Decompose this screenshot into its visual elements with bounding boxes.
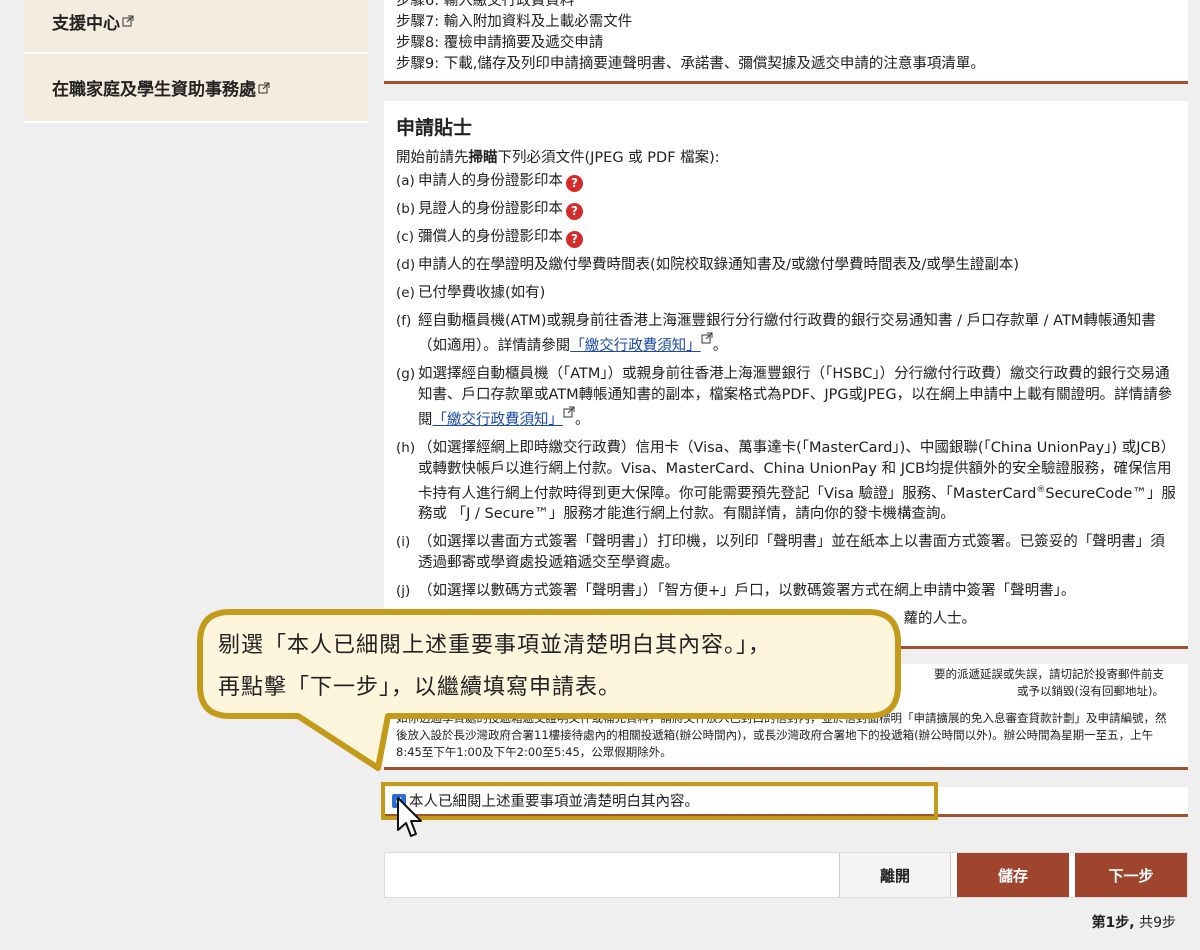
leave-button[interactable]: 離開 [839, 853, 951, 897]
tip-letter: (a) [396, 173, 415, 189]
tip-text: 彌償人的身份證影印本 [418, 229, 563, 245]
tip-letter: (i) [396, 534, 411, 551]
tip-text-after: 。 [712, 337, 728, 354]
tip-item: (c) 彌償人的身份證影印本? [396, 227, 1176, 248]
sidebar: 支援中心 在職家庭及學生資助事務處 [24, 0, 368, 123]
external-link-icon [122, 15, 134, 27]
sidebar-item-label: 支援中心 [52, 13, 120, 34]
tip-text: 申請人的身份證影印本 [418, 173, 563, 189]
note-line: 如你透過學資處的投遞箱遞交證明文件或補充資料，請將文件放入已封口的信封內，並於信… [396, 711, 1167, 759]
external-link-icon [563, 406, 575, 418]
tips-intro-pre: 開始前請先 [396, 150, 469, 166]
tip-letter: (d) [396, 257, 416, 273]
admin-fee-notes-link[interactable]: 「繳交行政費須知」 [570, 338, 701, 354]
help-icon[interactable]: ? [566, 203, 583, 220]
tip-item: (g) 如選擇經自動櫃員機（「ATM」）或親身前往香港上海滙豐銀行（「HSBC」… [396, 364, 1176, 431]
tip-letter: (f) [396, 313, 412, 329]
tip-letter: (h) [396, 439, 416, 456]
steps-list: 步驟6: 輸入繳交行政費資料 步驟7: 輸入附加資料及上載必需文件 步驟8: 覆… [384, 0, 1188, 84]
step-line: 步驟9: 下載,儲存及列印申請摘要連聲明書、承諾書、彌償契據及遞交申請的注意事項… [396, 56, 985, 72]
mouse-cursor-icon [397, 797, 422, 837]
help-icon[interactable]: ? [566, 231, 583, 248]
callout-text: 剔選「本人已細閱上述重要事項並清楚明白其內容。」， 再點擊「下一步」，以繼續填寫… [218, 625, 898, 709]
tips-intro-post: 下列必須文件(JPEG 或 PDF 檔案): [497, 150, 720, 166]
tip-letter: (c) [396, 229, 414, 245]
step-line: 步驟6: 輸入繳交行政費資料 [396, 0, 575, 9]
tip-text: 經自動櫃員機(ATM)或親身前往香港上海滙豐銀行分行繳付行政費的銀行交易通知書 … [418, 313, 1156, 354]
tip-letter: (b) [396, 201, 416, 217]
tip-text: 申請人的在學證明及繳付學費時間表(如院校取錄通知書及/或繳付學費時間表及/或學生… [418, 257, 1020, 273]
tip-item: (b) 見證人的身份證影印本? [396, 199, 1176, 220]
tips-title: 申請貼士 [396, 117, 473, 139]
tip-item: (j) （如選擇以數碼方式簽署「聲明書」）「智方便+」戶口，以數碼簽署方式在網上… [396, 581, 1176, 602]
tip-item: (a) 申請人的身份證影印本? [396, 171, 1176, 192]
tip-item: (e) 已付學費收據(如有) [396, 283, 1176, 304]
sidebar-item-support-centre[interactable]: 支援中心 [24, 0, 368, 54]
tip-item: (i) （如選擇以書面方式簽署「聲明書」）打印機，以列印「聲明書」並在紙本上以書… [396, 532, 1176, 574]
total-steps: 共9步 [1139, 915, 1176, 931]
step-indicator: 第1步, 共9步 [1092, 912, 1176, 932]
help-icon[interactable]: ? [566, 175, 583, 192]
tip-text-fragment: 蘿的人士。 [903, 611, 977, 628]
tip-item: (d) 申請人的在學證明及繳付學費時間表(如院校取錄通知書及/或繳付學費時間表及… [396, 255, 1176, 276]
step-line: 步驟7: 輸入附加資料及上載必需文件 [396, 14, 633, 30]
action-bar: 離開 儲存 下一步 [384, 852, 1188, 898]
checkbox-highlight [381, 782, 938, 820]
external-link-icon [258, 82, 270, 93]
sidebar-item-label: 在職家庭及學生資助事務處 [52, 80, 256, 100]
tips-intro-bold: 掃瞄 [468, 150, 498, 166]
tip-item: (h) （如選擇經網上即時繳交行政費）信用卡（Visa、萬事達卡(「Master… [396, 438, 1176, 526]
admin-fee-notes-link[interactable]: 「繳交行政費須知」 [433, 412, 564, 428]
tip-letter: (g) [396, 365, 416, 382]
step-line: 步驟8: 覆檢申請摘要及遞交申請 [396, 35, 604, 51]
tip-item: (f) 經自動櫃員機(ATM)或親身前往香港上海滙豐銀行分行繳付行政費的銀行交易… [396, 311, 1176, 357]
tip-text: 見證人的身份證影印本 [418, 201, 563, 217]
tip-letter: (j) [396, 583, 411, 600]
save-button[interactable]: 儲存 [957, 853, 1069, 897]
tip-text: （如選擇以數碼方式簽署「聲明書」）「智方便+」戶口，以數碼簽署方式在網上申請中簽… [418, 583, 1076, 600]
tip-text-after: 。 [575, 411, 590, 428]
external-link-icon [701, 332, 713, 344]
application-tips: 申請貼士 開始前請先掃瞄下列必須文件(JPEG 或 PDF 檔案): (a) 申… [384, 101, 1188, 649]
tip-letter: (e) [396, 285, 415, 301]
sidebar-item-wfsfaa[interactable]: 在職家庭及學生資助事務處 [24, 54, 368, 123]
next-button[interactable]: 下一步 [1075, 853, 1187, 897]
tips-intro: 開始前請先掃瞄下列必須文件(JPEG 或 PDF 檔案): [396, 146, 1176, 167]
tip-text: （如選擇以書面方式簽署「聲明書」）打印機，以列印「聲明書」並在紙本上以書面方式簽… [418, 534, 1165, 572]
current-step: 第1步, [1091, 915, 1135, 931]
tip-text: 已付學費收據(如有) [418, 285, 546, 301]
callout-line: 再點擊「下一步」，以繼續填寫申請表。 [218, 675, 622, 700]
callout-line: 剔選「本人已細閱上述重要事項並清楚明白其內容。」， [218, 633, 772, 658]
